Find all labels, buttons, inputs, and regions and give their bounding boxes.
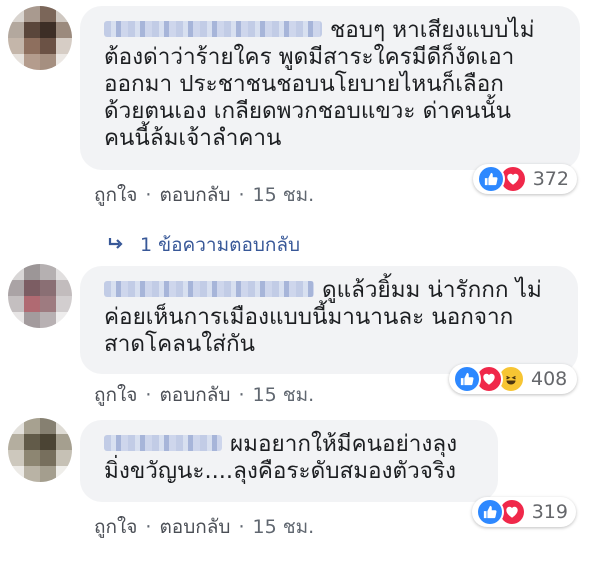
reactions-summary[interactable]: 319 xyxy=(472,497,576,527)
comment-text: ดูแล้วยิ้มม น่ารักกก ไม่ ค่อยเห็นการเมือ… xyxy=(104,277,542,357)
comment-thread: ชอบๆ หาเสียงแบบไม่ ต้องด่าว่าร้ายใคร พูด… xyxy=(0,0,600,562)
reply-button[interactable]: ตอบกลับ xyxy=(159,384,230,406)
separator-dot: · xyxy=(238,516,245,538)
separator-dot: · xyxy=(145,184,152,206)
separator-dot: · xyxy=(145,384,152,406)
comment-bubble: ดูแล้วยิ้มม น่ารักกก ไม่ ค่อยเห็นการเมือ… xyxy=(80,266,578,374)
reaction-count: 408 xyxy=(531,368,568,390)
timestamp[interactable]: 15 ชม. xyxy=(253,516,315,538)
comment-actions: ถูกใจ · ตอบกลับ · 15 ชม. xyxy=(94,512,314,542)
author-name[interactable] xyxy=(104,20,322,37)
separator-dot: · xyxy=(145,516,152,538)
like-icon xyxy=(477,165,505,193)
avatar[interactable] xyxy=(8,264,72,328)
like-icon xyxy=(453,365,481,393)
reactions-summary[interactable]: 408 xyxy=(449,364,577,394)
like-icon xyxy=(476,498,504,526)
separator-dot: · xyxy=(238,384,245,406)
reply-button[interactable]: ตอบกลับ xyxy=(159,184,230,206)
author-name[interactable] xyxy=(104,434,222,451)
separator-dot: · xyxy=(238,184,245,206)
timestamp[interactable]: 15 ชม. xyxy=(253,384,315,406)
reaction-count: 319 xyxy=(531,501,568,523)
author-name[interactable] xyxy=(104,280,314,297)
avatar[interactable] xyxy=(8,6,72,70)
like-button[interactable]: ถูกใจ xyxy=(94,384,137,406)
reactions-summary[interactable]: 372 xyxy=(473,164,577,194)
comment-text: ชอบๆ หาเสียงแบบไม่ ต้องด่าว่าร้ายใคร พูด… xyxy=(104,17,535,151)
like-button[interactable]: ถูกใจ xyxy=(94,184,137,206)
reply-arrow-icon xyxy=(108,234,124,256)
comment-actions: ถูกใจ · ตอบกลับ · 15 ชม. xyxy=(94,380,314,410)
comment-text: ผมอยากให้มีคนอย่างลุง มิ่งขวัญนะ....ลุงค… xyxy=(104,431,458,484)
comment-bubble: ผมอยากให้มีคนอย่างลุง มิ่งขวัญนะ....ลุงค… xyxy=(80,420,498,502)
view-replies-link[interactable]: 1 ข้อความตอบกลับ xyxy=(108,230,300,260)
comment-actions: ถูกใจ · ตอบกลับ · 15 ชม. xyxy=(94,180,314,210)
avatar[interactable] xyxy=(8,418,72,482)
replies-count-label: 1 ข้อความตอบกลับ xyxy=(140,234,301,256)
like-button[interactable]: ถูกใจ xyxy=(94,516,137,538)
reply-button[interactable]: ตอบกลับ xyxy=(159,516,230,538)
timestamp[interactable]: 15 ชม. xyxy=(253,184,315,206)
comment-bubble: ชอบๆ หาเสียงแบบไม่ ต้องด่าว่าร้ายใคร พูด… xyxy=(80,6,580,170)
reaction-count: 372 xyxy=(532,168,569,190)
